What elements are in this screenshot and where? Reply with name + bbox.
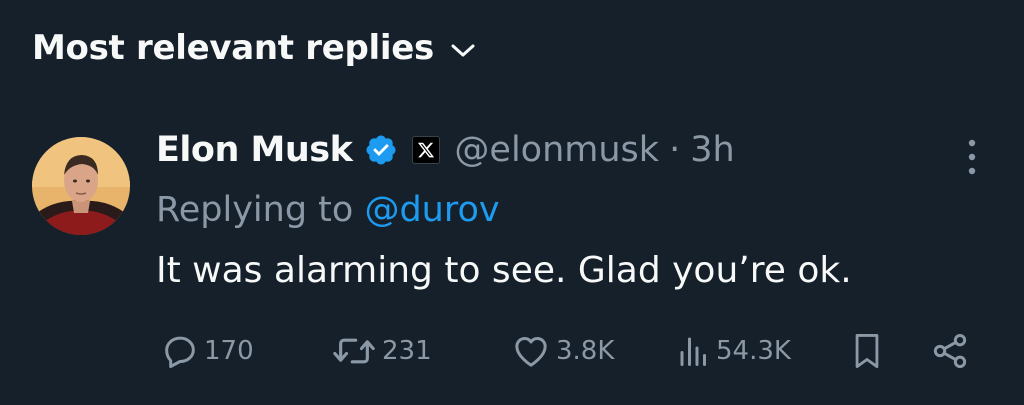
chevron-down-icon [451, 44, 475, 57]
sort-label: Most relevant replies [32, 28, 434, 68]
repost-count: 231 [382, 336, 432, 366]
heart-icon [515, 337, 547, 367]
replying-to: Replying to @durov [156, 190, 500, 230]
timestamp[interactable]: 3h [690, 130, 734, 170]
bookmark-button[interactable] [850, 331, 884, 371]
reply-count: 170 [204, 336, 254, 366]
views-chart-icon [680, 337, 706, 366]
like-count: 3.8K [556, 336, 615, 366]
x-logo-icon [412, 136, 441, 164]
verified-badge-icon [366, 135, 396, 165]
share-button[interactable] [930, 331, 970, 371]
repost-icon [333, 338, 375, 364]
reply-text: It was alarming to see. Glad you’re ok. [156, 250, 852, 291]
author-handle[interactable]: @elonmusk [454, 130, 659, 170]
replying-prefix: Replying to [156, 190, 365, 230]
reply-button[interactable]: 170 [160, 331, 254, 371]
author-name[interactable]: Elon Musk [156, 130, 353, 170]
sort-dropdown[interactable]: Most relevant replies [32, 28, 476, 68]
avatar-image [32, 137, 130, 235]
replying-to-mention[interactable]: @durov [364, 190, 499, 230]
view-count: 54.3K [716, 336, 791, 366]
separator-dot: · [669, 130, 681, 170]
repost-button[interactable]: 231 [330, 331, 432, 371]
views-button[interactable]: 54.3K [676, 331, 791, 371]
reply-header: Elon Musk @elonmusk · 3h [156, 130, 735, 170]
more-options-icon[interactable] [962, 137, 982, 177]
reply-icon [165, 336, 195, 368]
avatar[interactable] [32, 137, 130, 235]
bookmark-icon [855, 334, 879, 369]
like-button[interactable]: 3.8K [510, 331, 614, 371]
share-icon [933, 334, 967, 368]
